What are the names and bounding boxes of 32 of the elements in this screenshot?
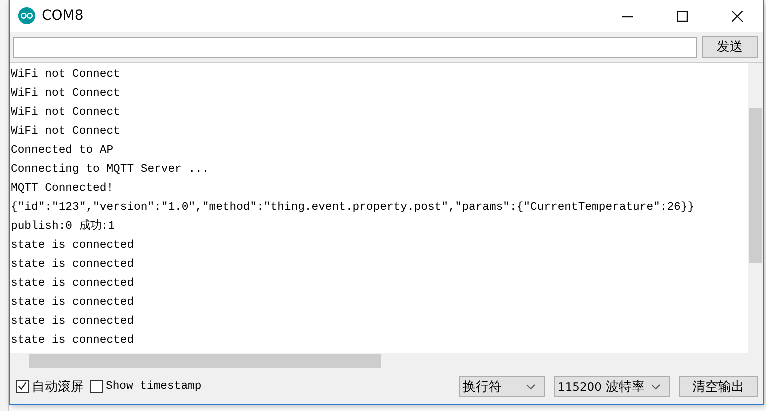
output-line: WiFi not Connect — [10, 124, 120, 140]
send-button[interactable]: 发送 — [702, 36, 758, 58]
output-line: publish:0 成功:1 — [10, 218, 116, 235]
close-icon[interactable] — [732, 10, 743, 22]
output-line: Connected to AP — [10, 144, 114, 159]
output-line: state is connected — [10, 314, 134, 330]
output-line: MQTT Connected! — [10, 182, 114, 197]
output-line: Connecting to MQTT Server ... — [10, 162, 210, 178]
window-title: COM8 — [42, 8, 84, 24]
output-line: WiFi not Connect — [10, 86, 120, 102]
clear-output-button[interactable]: 清空输出 — [679, 376, 758, 397]
output-line: WiFi not Connect — [10, 68, 120, 83]
chevron-down-icon — [526, 384, 536, 390]
output-line: state is connected — [10, 334, 134, 349]
output-line: {"id":"123","version":"1.0","method":"thing.event.property.post","params":{"CurrentTemperature":26}} — [10, 200, 695, 216]
output-line: state is connected — [10, 276, 134, 292]
output-line: state is connected — [10, 238, 134, 254]
checkbox[interactable] — [90, 380, 103, 393]
vertical-scrollbar[interactable] — [748, 63, 763, 353]
horizontal-scrollbar[interactable] — [10, 353, 763, 369]
baud-rate-dropdown[interactable]: 115200 波特率 — [554, 376, 670, 397]
output-line: state is connected — [10, 296, 134, 311]
output-line: state is connected — [10, 258, 134, 273]
send-input-field[interactable] — [13, 36, 697, 58]
checkbox-label: 自动滚屏 — [32, 378, 84, 396]
app-logo-icon — [18, 7, 36, 25]
line-ending-dropdown[interactable]: 换行符 — [459, 376, 545, 397]
output-line: WiFi not Connect — [10, 106, 120, 121]
chevron-down-icon — [651, 384, 661, 390]
checkbox-label: Show timestamp — [106, 380, 202, 392]
checkbox[interactable] — [16, 380, 29, 393]
maximize-icon[interactable] — [677, 10, 688, 22]
